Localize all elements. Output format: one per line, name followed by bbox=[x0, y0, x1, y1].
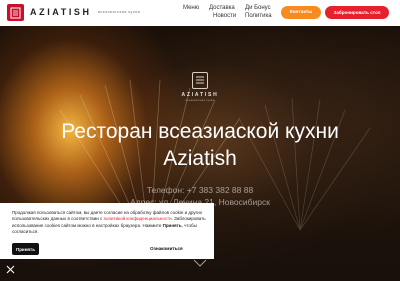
logo-wordmark[interactable]: AZIATISH bbox=[30, 7, 92, 17]
nav-menu[interactable]: Меню bbox=[183, 5, 199, 11]
nav-bonus[interactable]: Ди Бонус bbox=[245, 5, 271, 11]
cookie-accept-button[interactable]: Принять bbox=[12, 243, 39, 255]
hero-title-line2: Aziatish bbox=[163, 147, 237, 170]
logo-mark-icon[interactable] bbox=[7, 4, 24, 21]
hero-title-line1: Ресторан всеазиаской кухни bbox=[61, 120, 339, 143]
contacts-button[interactable]: Контакты bbox=[281, 6, 321, 19]
nav-delivery[interactable]: Доставка bbox=[209, 5, 235, 11]
hero-logo-subtitle: всеазиатская кухня bbox=[185, 99, 215, 102]
privacy-policy-link[interactable]: политикой конфиденциальности bbox=[104, 216, 172, 221]
site-header: AZIATISH всеазиатская кухня Меню Доставк… bbox=[0, 0, 400, 26]
hero-phone: Телефон: +7 383 382 88 88 bbox=[146, 185, 254, 195]
hero-logo-icon bbox=[192, 72, 208, 89]
nav-policy[interactable]: Политика bbox=[245, 13, 272, 19]
book-table-button[interactable]: Забронировать стол bbox=[325, 6, 389, 19]
scroll-down-chevron-icon[interactable] bbox=[193, 259, 207, 267]
close-icon[interactable] bbox=[6, 265, 15, 274]
cookie-text: Продолжая пользоваться сайтом, вы даете … bbox=[12, 210, 208, 236]
nav-news[interactable]: Новости bbox=[213, 13, 236, 19]
hero-title: Ресторан всеазиаской кухни Aziatish bbox=[20, 118, 380, 172]
cookie-banner: Продолжая пользоваться сайтом, вы даете … bbox=[0, 203, 214, 259]
cookie-learn-more-button[interactable]: Ознакомиться bbox=[150, 246, 183, 251]
logo-subtitle: всеазиатская кухня bbox=[98, 10, 141, 14]
hero-logo-wordmark: AZIATISH bbox=[181, 92, 219, 98]
cookie-accept-word: Принять bbox=[162, 222, 182, 228]
